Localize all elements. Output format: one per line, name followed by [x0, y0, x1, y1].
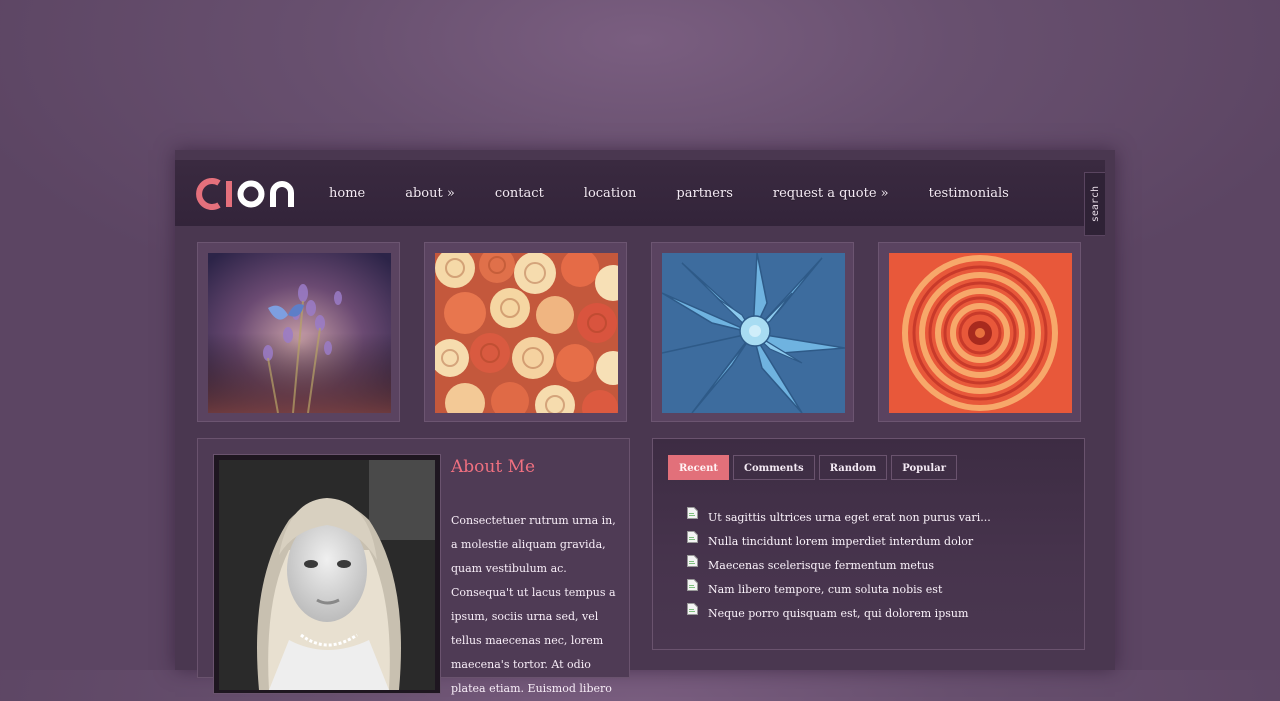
about-section: About Me Consectetuer rutrum urna in, a … [197, 438, 630, 695]
tab-recent[interactable]: Recent [668, 455, 730, 480]
tab-popular[interactable]: Popular [891, 455, 957, 480]
roses-image [435, 253, 618, 413]
list-item[interactable]: Ut sagittis ultrices urna eget erat non … [687, 505, 991, 529]
gallery-thumb-succulent[interactable] [651, 242, 854, 422]
nav-contact[interactable]: contact [495, 186, 544, 201]
gallery-thumb-roses[interactable] [424, 242, 627, 422]
post-title: Nam libero tempore, cum soluta nobis est [708, 582, 943, 596]
page-container: home about » contact location partners r… [175, 150, 1115, 695]
list-item[interactable]: Nulla tincidunt lorem imperdiet interdum… [687, 529, 991, 553]
nav-home[interactable]: home [329, 186, 365, 201]
document-icon [687, 579, 698, 591]
post-title: Maecenas scelerisque fermentum metus [708, 558, 935, 572]
about-text: Consectetuer rutrum urna in, a molestie … [451, 514, 616, 695]
recent-posts-list: Ut sagittis ultrices urna eget erat non … [687, 505, 991, 625]
nav-request-quote[interactable]: request a quote » [773, 186, 889, 201]
main-nav: home about » contact location partners r… [329, 160, 1049, 226]
post-title: Ut sagittis ultrices urna eget erat non … [708, 510, 991, 524]
nav-partners[interactable]: partners [676, 186, 732, 201]
document-icon [687, 531, 698, 543]
gallery-thumb-butterfly[interactable] [197, 242, 400, 422]
document-icon [687, 603, 698, 615]
tab-comments[interactable]: Comments [733, 455, 815, 480]
tab-bar: Recent Comments Random Popular [668, 455, 961, 480]
butterfly-image [208, 253, 391, 413]
document-icon [687, 507, 698, 519]
post-title: Neque porro quisquam est, qui dolorem ip… [708, 606, 969, 620]
succulent-image [662, 253, 845, 413]
list-item[interactable]: Nam libero tempore, cum soluta nobis est [687, 577, 991, 601]
post-title: Nulla tincidunt lorem imperdiet interdum… [708, 534, 974, 548]
portrait-frame [213, 454, 441, 694]
portrait-image [219, 460, 435, 690]
list-item[interactable]: Maecenas scelerisque fermentum metus [687, 553, 991, 577]
list-item[interactable]: Neque porro quisquam est, qui dolorem ip… [687, 601, 991, 625]
dahlia-image [889, 253, 1072, 413]
gallery-thumb-dahlia[interactable] [878, 242, 1081, 422]
tab-random[interactable]: Random [818, 455, 888, 480]
header: home about » contact location partners r… [175, 160, 1105, 236]
about-title: About Me [451, 457, 536, 477]
site-logo[interactable] [195, 178, 299, 210]
nav-about[interactable]: about » [405, 186, 455, 201]
nav-location[interactable]: location [584, 186, 637, 201]
nav-testimonials[interactable]: testimonials [929, 186, 1009, 201]
search-toggle[interactable]: search [1084, 172, 1105, 236]
posts-widget: Recent Comments Random Popular Ut sagitt… [652, 438, 1085, 650]
search-label: search [1089, 185, 1101, 223]
document-icon [687, 555, 698, 567]
